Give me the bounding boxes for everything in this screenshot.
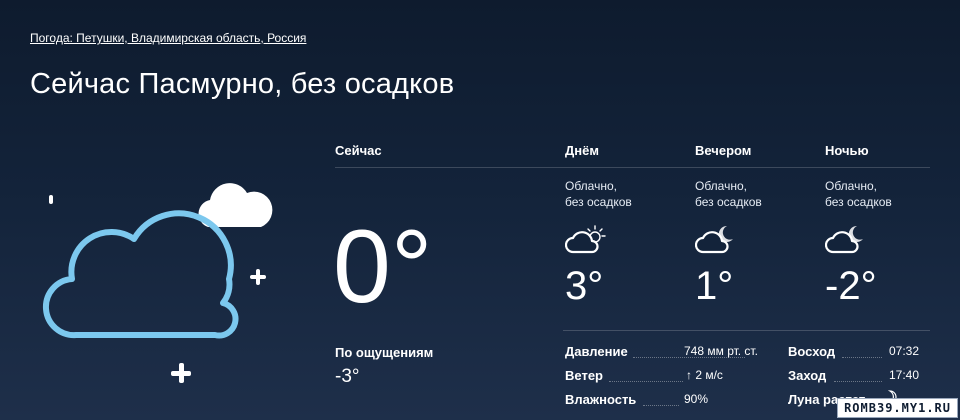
feels-like-value: -3° xyxy=(335,366,360,387)
header-divider xyxy=(335,167,930,168)
page-title: Сейчас Пасмурно, без осадков xyxy=(30,68,455,100)
details-divider xyxy=(563,330,930,331)
period-evening: Облачно, без осадков 1° xyxy=(694,178,825,308)
period-description: Облачно, без осадков xyxy=(565,179,632,209)
cloud-sun-icon xyxy=(564,222,609,258)
period-night: Облачно, без осадков -2° xyxy=(824,178,955,308)
dotted-leader xyxy=(842,357,882,358)
dotted-leader xyxy=(643,405,679,406)
detail-value: 90% xyxy=(684,392,709,406)
site-watermark: ROMB39.MY1.RU xyxy=(837,398,958,418)
detail-value: ↑ 2 м/с xyxy=(686,368,723,382)
detail-wind: Ветер ↑ 2 м/с xyxy=(565,368,775,386)
detail-label: Восход xyxy=(788,344,836,359)
period-header-night: Ночью xyxy=(825,143,869,158)
detail-value: 17:40 xyxy=(889,368,920,382)
current-temperature: 0° xyxy=(333,209,433,325)
period-header-day: Днём xyxy=(565,143,599,158)
detail-label: Давление xyxy=(565,344,628,359)
period-temperature: -2° xyxy=(825,264,877,308)
period-description: Облачно, без осадков xyxy=(695,179,762,209)
period-day: Облачно, без осадков 3° xyxy=(564,178,695,308)
wind-speed: 2 м/с xyxy=(695,368,723,382)
cloud-moon-icon xyxy=(694,222,739,258)
detail-label: Заход xyxy=(788,368,827,383)
wind-direction-icon: ↑ xyxy=(686,368,692,382)
cloud-moon-icon xyxy=(824,222,869,258)
dotted-leader xyxy=(834,381,882,382)
detail-value: 07:32 xyxy=(889,344,920,358)
period-temperature: 3° xyxy=(565,264,604,308)
period-header-evening: Вечером xyxy=(695,143,752,158)
detail-pressure: Давление 748 мм рт. ст. xyxy=(565,344,775,362)
detail-label: Ветер xyxy=(565,368,603,383)
dotted-leader xyxy=(609,381,683,382)
period-temperature: 1° xyxy=(695,264,734,308)
detail-label: Влажность xyxy=(565,392,637,407)
feels-like-label: По ощущениям xyxy=(335,345,434,360)
detail-humidity: Влажность 90% xyxy=(565,392,775,410)
breadcrumb-link[interactable]: Погода: Петушки, Владимирская область, Р… xyxy=(30,31,306,45)
detail-value: 748 мм рт. ст. xyxy=(684,344,758,358)
period-description: Облачно, без осадков xyxy=(825,179,892,209)
cloudy-night-icon xyxy=(40,175,280,390)
detail-sunrise: Восход 07:32 xyxy=(788,344,930,362)
detail-sunset: Заход 17:40 xyxy=(788,368,930,386)
now-header: Сейчас xyxy=(335,143,382,158)
